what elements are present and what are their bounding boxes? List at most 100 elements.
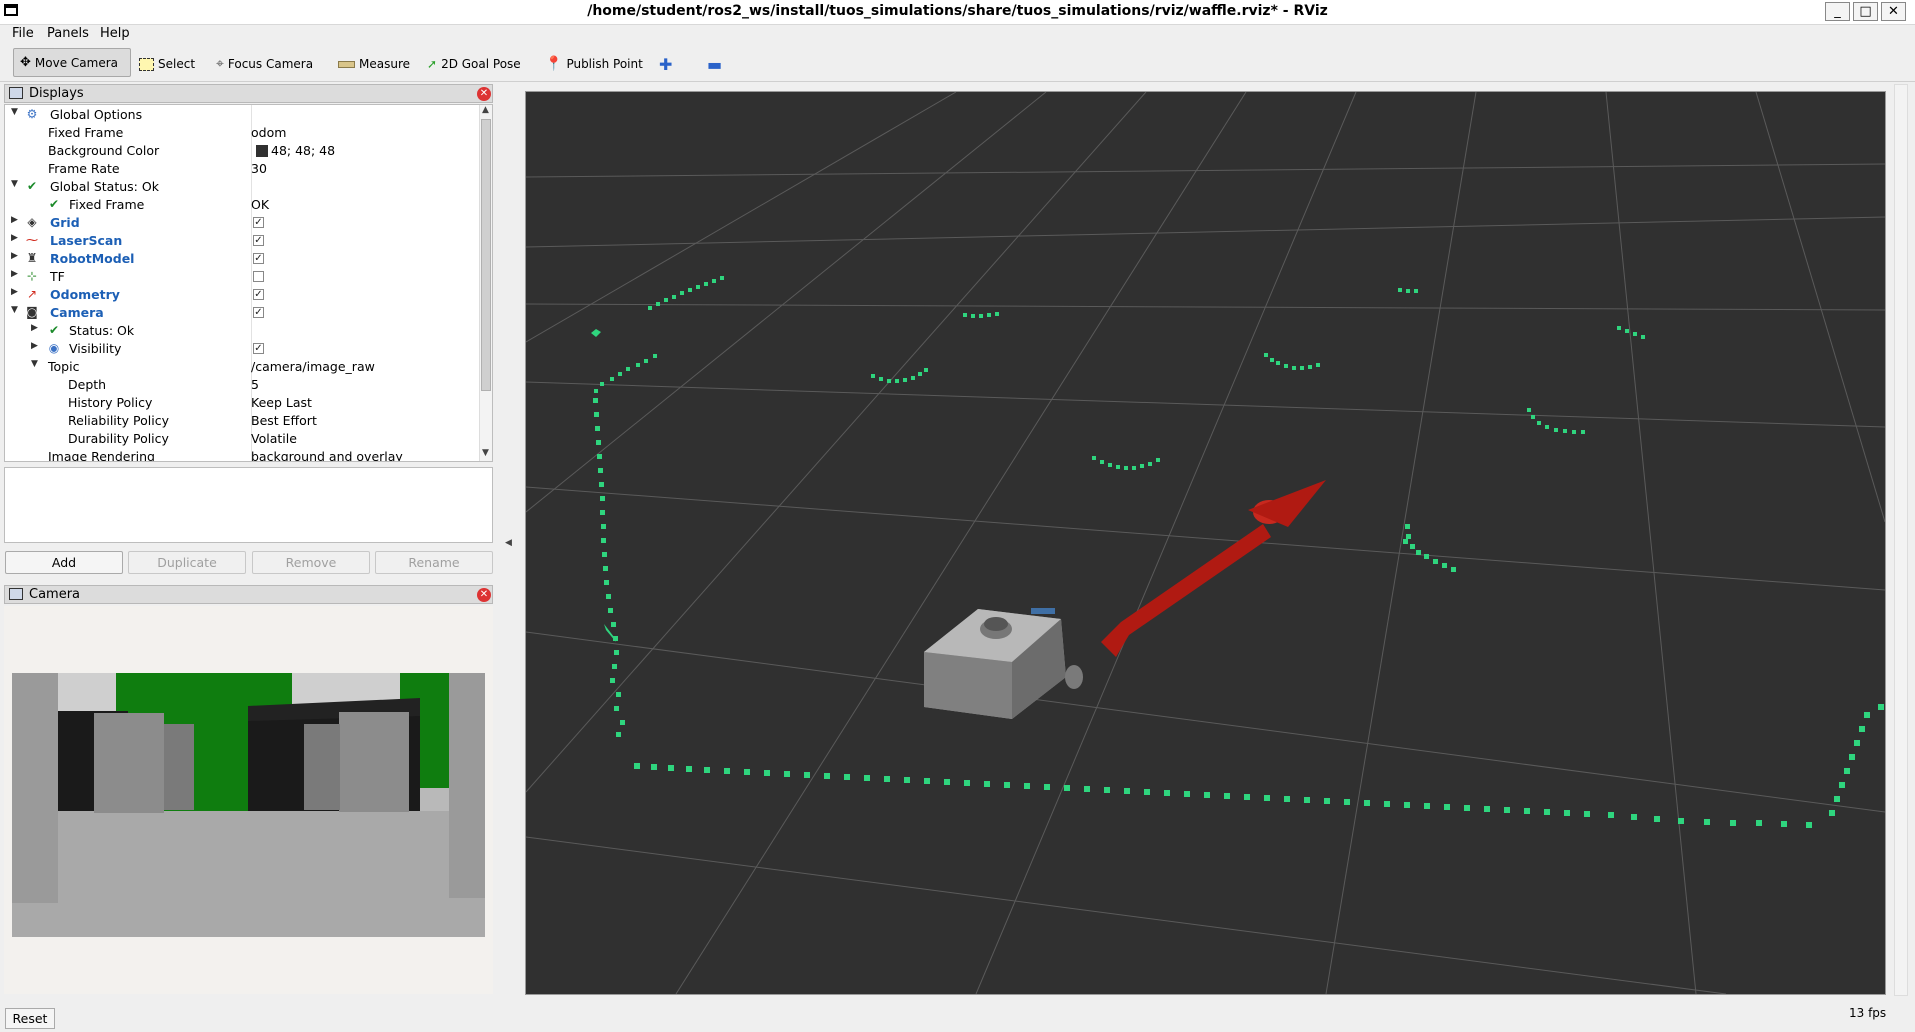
monitor-icon xyxy=(9,87,23,99)
duplicate-button[interactable]: Duplicate xyxy=(128,551,246,574)
tree-row-durability-policy[interactable]: Durability Policy Volatile xyxy=(5,430,479,448)
tree-row-topic[interactable]: ▼ Topic /camera/image_raw xyxy=(5,358,479,376)
odometry-icon: ↗ xyxy=(26,287,38,301)
topic-value[interactable]: /camera/image_raw xyxy=(251,359,375,374)
tree-scrollbar[interactable]: ▲ ▼ xyxy=(479,105,492,461)
camera-image xyxy=(12,673,485,937)
close-button[interactable]: ✕ xyxy=(1881,2,1906,21)
tree-row-image-rendering[interactable]: Image Rendering background and overlay xyxy=(5,448,479,461)
tree-label: Status: Ok xyxy=(69,323,135,338)
grid xyxy=(525,91,1886,995)
tree-label: History Policy xyxy=(68,395,153,410)
tree-row-tf[interactable]: ▶ ⊹ TF xyxy=(5,268,479,286)
tree-row-frame-rate[interactable]: Frame Rate 30 xyxy=(5,160,479,178)
collapsed-arrow-icon[interactable]: ▶ xyxy=(11,215,21,225)
tree-row-robotmodel[interactable]: ▶ ♜ RobotModel ✓ xyxy=(5,250,479,268)
remove-tool-icon[interactable]: ▬ xyxy=(707,54,722,74)
expand-arrow-icon[interactable]: ▼ xyxy=(11,179,21,189)
tree-row-fixed-frame[interactable]: Fixed Frame odom xyxy=(5,124,479,142)
tree-row-background-color[interactable]: Background Color 48; 48; 48 xyxy=(5,142,479,160)
tree-row-camera-status[interactable]: ▶ ✔ Status: Ok xyxy=(5,322,479,340)
focus-camera-tool[interactable]: ⌖ Focus Camera xyxy=(216,54,313,74)
tree-row-fixed-frame-status[interactable]: ✔ Fixed Frame OK xyxy=(5,196,479,214)
add-button[interactable]: Add xyxy=(5,551,123,574)
select-tool[interactable]: Select xyxy=(139,54,195,74)
fixed-frame-value[interactable]: odom xyxy=(251,125,286,140)
select-icon xyxy=(139,57,154,71)
scroll-down-icon[interactable]: ▼ xyxy=(482,448,489,458)
tree-row-laserscan[interactable]: ▶ ⁓ LaserScan ✓ xyxy=(5,232,479,250)
reset-button[interactable]: Reset xyxy=(5,1008,55,1029)
toolbar: ✥ Move Camera Select ⌖ Focus Camera Meas… xyxy=(0,45,1915,82)
tree-row-visibility[interactable]: ▶ ◉ Visibility ✓ xyxy=(5,340,479,358)
add-tool-icon[interactable]: ✚ xyxy=(659,54,672,74)
status-value: OK xyxy=(251,197,270,212)
history-policy-value[interactable]: Keep Last xyxy=(251,395,312,410)
tree-row-history-policy[interactable]: History Policy Keep Last xyxy=(5,394,479,412)
collapsed-arrow-icon[interactable]: ▶ xyxy=(31,323,41,333)
collapsed-arrow-icon[interactable]: ▶ xyxy=(11,269,21,279)
durability-policy-value[interactable]: Volatile xyxy=(251,431,297,446)
depth-value[interactable]: 5 xyxy=(251,377,259,392)
focus-camera-label: Focus Camera xyxy=(227,57,314,71)
tree-label: LaserScan xyxy=(50,233,123,248)
move-camera-tool[interactable]: ✥ Move Camera xyxy=(13,48,131,77)
measure-tool[interactable]: Measure xyxy=(338,54,410,74)
displays-tree: ▼ ⚙ Global Options Fixed Frame odom Back… xyxy=(4,104,493,462)
scrollbar-thumb[interactable] xyxy=(481,119,491,391)
collapsed-arrow-icon[interactable]: ▶ xyxy=(31,341,41,351)
eye-icon: ◉ xyxy=(48,341,60,355)
background-color-value[interactable]: 48; 48; 48 xyxy=(271,143,335,158)
rename-button[interactable]: Rename xyxy=(375,551,493,574)
expand-arrow-icon[interactable]: ▼ xyxy=(11,305,21,315)
robotmodel-checkbox[interactable]: ✓ xyxy=(253,253,264,264)
image-rendering-value[interactable]: background and overlay xyxy=(251,449,403,461)
frame-rate-value[interactable]: 30 xyxy=(251,161,267,176)
tree-row-odometry[interactable]: ▶ ↗ Odometry ✓ xyxy=(5,286,479,304)
tree-label: RobotModel xyxy=(50,251,135,266)
maximize-button[interactable]: □ xyxy=(1853,2,1878,21)
expand-arrow-icon[interactable]: ▼ xyxy=(11,107,21,117)
tree-row-grid[interactable]: ▶ ◈ Grid ✓ xyxy=(5,214,479,232)
tree-row-depth[interactable]: Depth 5 xyxy=(5,376,479,394)
reliability-policy-value[interactable]: Best Effort xyxy=(251,413,317,428)
close-panel-icon[interactable]: ✕ xyxy=(477,588,491,602)
grid-checkbox[interactable]: ✓ xyxy=(253,217,264,228)
check-icon: ✔ xyxy=(48,323,60,337)
scroll-up-icon[interactable]: ▲ xyxy=(482,105,489,115)
tree-row-global-status[interactable]: ▼ ✔ Global Status: Ok xyxy=(5,178,479,196)
collapse-left-icon[interactable]: ◀ xyxy=(505,538,512,548)
camera-icon: ◙ xyxy=(26,305,38,319)
goal-pose-tool[interactable]: ➚ 2D Goal Pose xyxy=(427,54,521,74)
scene-3d[interactable] xyxy=(525,91,1886,995)
map-pin-icon: 📍 xyxy=(545,56,563,72)
tree-label: Global Options xyxy=(50,107,143,122)
color-swatch[interactable] xyxy=(256,145,268,157)
remove-button[interactable]: Remove xyxy=(252,551,370,574)
tree-row-reliability-policy[interactable]: Reliability Policy Best Effort xyxy=(5,412,479,430)
tf-checkbox[interactable] xyxy=(253,271,264,282)
tree-label: Reliability Policy xyxy=(68,413,170,428)
collapsed-arrow-icon[interactable]: ▶ xyxy=(11,251,21,261)
expand-arrow-icon[interactable]: ▼ xyxy=(31,359,41,369)
window-title: /home/student/ros2_ws/install/tuos_simul… xyxy=(587,3,1328,19)
tree-label: Global Status: Ok xyxy=(50,179,159,194)
publish-point-tool[interactable]: 📍 Publish Point xyxy=(545,54,643,74)
laserscan-checkbox[interactable]: ✓ xyxy=(253,235,264,246)
menu-help[interactable]: Help xyxy=(100,26,130,41)
visibility-checkbox[interactable]: ✓ xyxy=(253,343,264,354)
collapsed-arrow-icon[interactable]: ▶ xyxy=(11,233,21,243)
menu-file[interactable]: File xyxy=(12,26,34,41)
displays-panel-title: Displays xyxy=(29,86,84,101)
close-panel-icon[interactable]: ✕ xyxy=(477,87,491,101)
render-viewport[interactable] xyxy=(525,91,1886,995)
tree-row-camera[interactable]: ▼ ◙ Camera ✓ xyxy=(5,304,479,322)
minimize-button[interactable]: _ xyxy=(1825,2,1850,21)
tree-label: Depth xyxy=(68,377,107,392)
menu-panels[interactable]: Panels xyxy=(47,26,89,41)
camera-checkbox[interactable]: ✓ xyxy=(253,307,264,318)
tree-row-global-options[interactable]: ▼ ⚙ Global Options xyxy=(5,106,479,124)
collapsed-arrow-icon[interactable]: ▶ xyxy=(11,287,21,297)
menu-bar: File Panels Help xyxy=(0,24,1915,45)
odometry-checkbox[interactable]: ✓ xyxy=(253,289,264,300)
